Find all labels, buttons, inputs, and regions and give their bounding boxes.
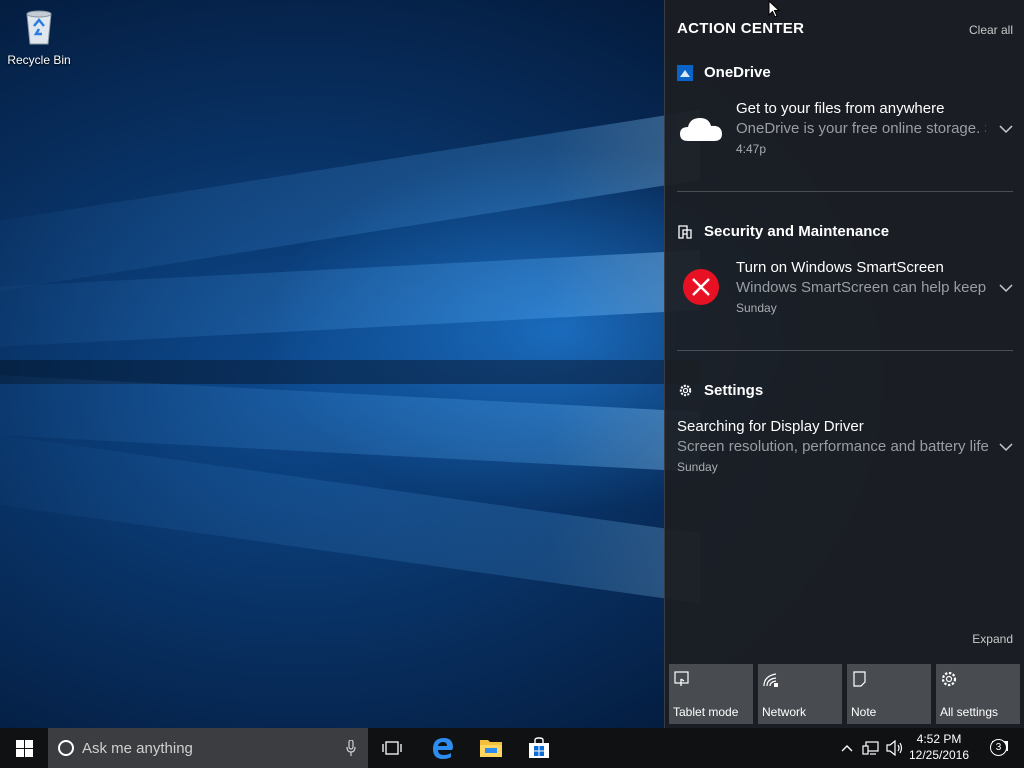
show-hidden-icons-button[interactable] xyxy=(838,728,856,768)
notification-time: Sunday xyxy=(736,301,777,315)
gear-icon xyxy=(677,383,693,399)
taskbar: Ask me anything 4:52 PM 12/25/2016 xyxy=(0,728,1024,768)
notification-body: Screen resolution, performance and batte… xyxy=(677,438,989,455)
quick-action-label: Network xyxy=(762,705,807,719)
notification-title: Get to your files from anywhere xyxy=(736,100,945,117)
group-title: OneDrive xyxy=(704,64,771,81)
group-title: Security and Maintenance xyxy=(704,223,890,240)
clock-time: 4:52 PM xyxy=(916,732,962,746)
action-center-title: ACTION CENTER xyxy=(677,20,805,37)
divider xyxy=(677,191,1013,192)
quick-action-tablet-mode[interactable]: Tablet mode xyxy=(669,664,753,724)
group-header-security[interactable]: Security and Maintenance xyxy=(677,223,889,240)
chevron-down-icon[interactable] xyxy=(999,283,1013,293)
notification-display-driver[interactable]: Searching for Display Driver Screen reso… xyxy=(677,418,1013,474)
desktop-icon-label: Recycle Bin xyxy=(7,53,71,67)
chevron-down-icon[interactable] xyxy=(999,442,1013,452)
windows-logo-icon xyxy=(15,739,33,757)
chevron-up-icon xyxy=(841,745,853,752)
store-icon xyxy=(529,737,549,758)
start-button[interactable] xyxy=(0,728,48,768)
group-header-onedrive[interactable]: OneDrive xyxy=(677,64,771,81)
error-x-icon xyxy=(677,263,725,311)
search-placeholder: Ask me anything xyxy=(82,739,193,757)
action-center-panel: ACTION CENTER Clear all OneDrive Get to … xyxy=(664,0,1024,728)
microphone-icon[interactable] xyxy=(346,740,356,756)
quick-action-label: All settings xyxy=(940,705,999,719)
task-view-button[interactable] xyxy=(368,728,416,768)
notification-onedrive[interactable]: Get to your files from anywhere OneDrive… xyxy=(677,100,1013,156)
gear-icon xyxy=(941,671,957,687)
file-explorer-taskbar-button[interactable] xyxy=(467,728,515,768)
edge-icon xyxy=(433,738,453,759)
notification-count-badge: 3 xyxy=(990,739,1007,756)
volume-icon xyxy=(886,740,903,756)
quick-action-network[interactable]: Network xyxy=(758,664,842,724)
group-header-settings[interactable]: Settings xyxy=(677,382,763,399)
file-explorer-icon xyxy=(480,740,502,757)
quick-action-note[interactable]: Note xyxy=(847,664,931,724)
notification-count: 3 xyxy=(995,742,1002,753)
mouse-cursor-icon xyxy=(768,0,780,18)
divider xyxy=(677,350,1013,351)
clear-all-link[interactable]: Clear all xyxy=(969,23,1013,37)
cortana-search-box[interactable]: Ask me anything xyxy=(48,728,368,768)
onedrive-app-icon xyxy=(677,64,693,81)
desktop-icon-recycle-bin[interactable]: Recycle Bin xyxy=(4,6,74,67)
notification-time: 4:47p xyxy=(736,142,767,156)
network-tray-button[interactable] xyxy=(860,728,882,768)
security-maintenance-icon xyxy=(677,224,693,240)
notification-smartscreen[interactable]: Turn on Windows SmartScreen Windows Smar… xyxy=(677,259,1013,315)
edge-taskbar-button[interactable] xyxy=(419,728,467,768)
chevron-down-icon[interactable] xyxy=(999,124,1013,134)
cloud-icon xyxy=(677,104,725,152)
notification-title: Turn on Windows SmartScreen xyxy=(736,259,944,276)
clock-date: 12/25/2016 xyxy=(908,748,970,762)
notification-title: Searching for Display Driver xyxy=(677,418,864,435)
task-view-icon xyxy=(382,741,402,755)
quick-action-all-settings[interactable]: All settings xyxy=(936,664,1020,724)
quick-action-label: Tablet mode xyxy=(673,705,739,719)
notification-body: OneDrive is your free online storage. Sa… xyxy=(736,120,986,137)
quick-action-label: Note xyxy=(851,705,877,719)
expand-link[interactable]: Expand xyxy=(972,632,1013,646)
tablet-mode-icon xyxy=(674,671,689,686)
notification-time: Sunday xyxy=(677,460,718,474)
volume-tray-button[interactable] xyxy=(884,728,906,768)
cortana-icon xyxy=(58,740,74,756)
store-taskbar-button[interactable] xyxy=(515,728,563,768)
recycle-bin-icon xyxy=(26,10,52,45)
notification-body: Windows SmartScreen can help keep your P… xyxy=(736,279,986,296)
network-wired-icon xyxy=(862,741,879,755)
clock[interactable]: 4:52 PM 12/25/2016 xyxy=(904,731,974,763)
group-title: Settings xyxy=(704,382,764,399)
note-icon xyxy=(853,671,866,687)
network-icon xyxy=(763,673,778,687)
